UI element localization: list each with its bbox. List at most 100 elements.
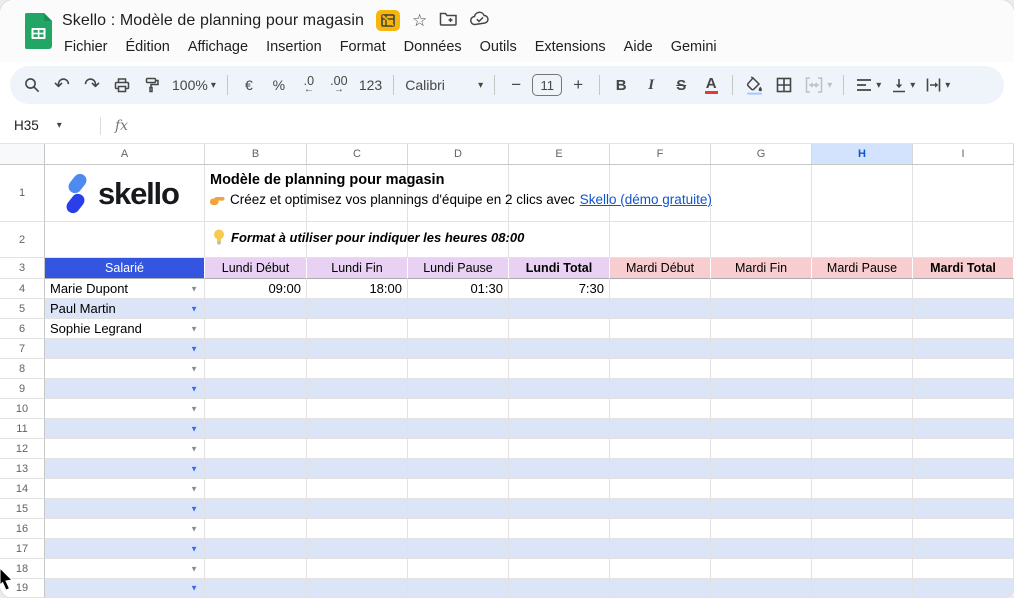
- cell-E8[interactable]: [509, 359, 610, 379]
- cell-G9[interactable]: [711, 379, 812, 399]
- cell-H5[interactable]: [812, 299, 913, 319]
- cell-I16[interactable]: [913, 519, 1014, 539]
- row-header-5[interactable]: 5: [0, 299, 45, 319]
- cell-E4[interactable]: 7:30: [509, 279, 610, 299]
- cell-dropdown-icon[interactable]: ▼: [190, 444, 198, 453]
- cell-D7[interactable]: [408, 339, 509, 359]
- cell-H19[interactable]: [812, 579, 913, 598]
- column-header-I[interactable]: I: [913, 144, 1014, 164]
- cell-D16[interactable]: [408, 519, 509, 539]
- column-header-E[interactable]: E: [509, 144, 610, 164]
- skello-demo-link[interactable]: Skello (démo gratuite): [580, 192, 712, 207]
- cell-B12[interactable]: [205, 439, 307, 459]
- cell-C8[interactable]: [307, 359, 408, 379]
- star-icon[interactable]: ☆: [412, 12, 427, 29]
- cell-E16[interactable]: [509, 519, 610, 539]
- cell-E3[interactable]: Lundi Total: [509, 258, 610, 279]
- cell-C15[interactable]: [307, 499, 408, 519]
- row-header-13[interactable]: 13: [0, 459, 45, 479]
- horizontal-align-button[interactable]: ▾: [851, 71, 885, 99]
- bold-button[interactable]: B: [607, 71, 635, 99]
- cell-C19[interactable]: [307, 579, 408, 598]
- cell-F18[interactable]: [610, 559, 711, 579]
- cell-dropdown-icon[interactable]: ▼: [190, 284, 198, 293]
- cell-D13[interactable]: [408, 459, 509, 479]
- cell-A3[interactable]: Salarié: [45, 258, 205, 279]
- cell-A6[interactable]: Sophie Legrand ▼: [45, 319, 205, 339]
- cell-H17[interactable]: [812, 539, 913, 559]
- row-header-16[interactable]: 16: [0, 519, 45, 539]
- cell-H13[interactable]: [812, 459, 913, 479]
- redo-button[interactable]: ↷: [78, 71, 106, 99]
- cell-H9[interactable]: [812, 379, 913, 399]
- row-header-10[interactable]: 10: [0, 399, 45, 419]
- cell-I2[interactable]: [913, 222, 1014, 258]
- cell-G18[interactable]: [711, 559, 812, 579]
- cell-B19[interactable]: [205, 579, 307, 598]
- cell-dropdown-icon[interactable]: ▼: [190, 344, 198, 353]
- column-header-H[interactable]: H: [812, 144, 913, 164]
- cell-C12[interactable]: [307, 439, 408, 459]
- cell-H2[interactable]: [812, 222, 913, 258]
- undo-button[interactable]: ↶: [48, 71, 76, 99]
- cell-I12[interactable]: [913, 439, 1014, 459]
- menu-extensions[interactable]: Extensions: [526, 36, 615, 58]
- row-header-15[interactable]: 15: [0, 499, 45, 519]
- cell-A1[interactable]: [45, 165, 205, 222]
- cell-G5[interactable]: [711, 299, 812, 319]
- cell-I18[interactable]: [913, 559, 1014, 579]
- cell-E14[interactable]: [509, 479, 610, 499]
- cell-A12[interactable]: ▼: [45, 439, 205, 459]
- cell-G14[interactable]: [711, 479, 812, 499]
- cell-E5[interactable]: [509, 299, 610, 319]
- cell-G11[interactable]: [711, 419, 812, 439]
- cell-D4[interactable]: 01:30: [408, 279, 509, 299]
- cell-dropdown-icon[interactable]: ▼: [190, 524, 198, 533]
- cell-dropdown-icon[interactable]: ▼: [190, 484, 198, 493]
- cell-B17[interactable]: [205, 539, 307, 559]
- google-sheets-logo-icon[interactable]: [24, 13, 52, 54]
- cell-H4[interactable]: [812, 279, 913, 299]
- zoom-select[interactable]: 100% ▾: [168, 71, 220, 99]
- cell-G16[interactable]: [711, 519, 812, 539]
- cell-C16[interactable]: [307, 519, 408, 539]
- cell-F11[interactable]: [610, 419, 711, 439]
- column-header-A[interactable]: A: [45, 144, 205, 164]
- menu-outils[interactable]: Outils: [471, 36, 526, 58]
- cell-A2[interactable]: [45, 222, 205, 258]
- cell-F8[interactable]: [610, 359, 711, 379]
- cell-F13[interactable]: [610, 459, 711, 479]
- cell-B1[interactable]: [205, 165, 307, 222]
- cell-D3[interactable]: Lundi Pause: [408, 258, 509, 279]
- cell-C9[interactable]: [307, 379, 408, 399]
- cell-C3[interactable]: Lundi Fin: [307, 258, 408, 279]
- column-header-D[interactable]: D: [408, 144, 509, 164]
- menu-format[interactable]: Format: [331, 36, 395, 58]
- increase-font-size-button[interactable]: +: [564, 71, 592, 99]
- cell-D19[interactable]: [408, 579, 509, 598]
- row-header-3[interactable]: 3: [0, 258, 45, 279]
- cell-I7[interactable]: [913, 339, 1014, 359]
- cell-dropdown-icon[interactable]: ▼: [190, 544, 198, 553]
- cell-G17[interactable]: [711, 539, 812, 559]
- strikethrough-button[interactable]: S: [667, 71, 695, 99]
- vertical-align-button[interactable]: ▾: [887, 71, 919, 99]
- cell-E6[interactable]: [509, 319, 610, 339]
- cell-C14[interactable]: [307, 479, 408, 499]
- decrease-font-size-button[interactable]: −: [502, 71, 530, 99]
- cell-H14[interactable]: [812, 479, 913, 499]
- menu-gemini[interactable]: Gemini: [662, 36, 726, 58]
- cell-F2[interactable]: [610, 222, 711, 258]
- cell-D18[interactable]: [408, 559, 509, 579]
- cell-I4[interactable]: [913, 279, 1014, 299]
- format-percent-button[interactable]: %: [265, 71, 293, 99]
- cell-G8[interactable]: [711, 359, 812, 379]
- cell-dropdown-icon[interactable]: ▼: [190, 564, 198, 573]
- cell-F10[interactable]: [610, 399, 711, 419]
- cell-I9[interactable]: [913, 379, 1014, 399]
- cell-B8[interactable]: [205, 359, 307, 379]
- cell-B5[interactable]: [205, 299, 307, 319]
- font-select[interactable]: Calibri ▾: [401, 71, 487, 99]
- cell-I3[interactable]: Mardi Total: [913, 258, 1014, 279]
- cell-E12[interactable]: [509, 439, 610, 459]
